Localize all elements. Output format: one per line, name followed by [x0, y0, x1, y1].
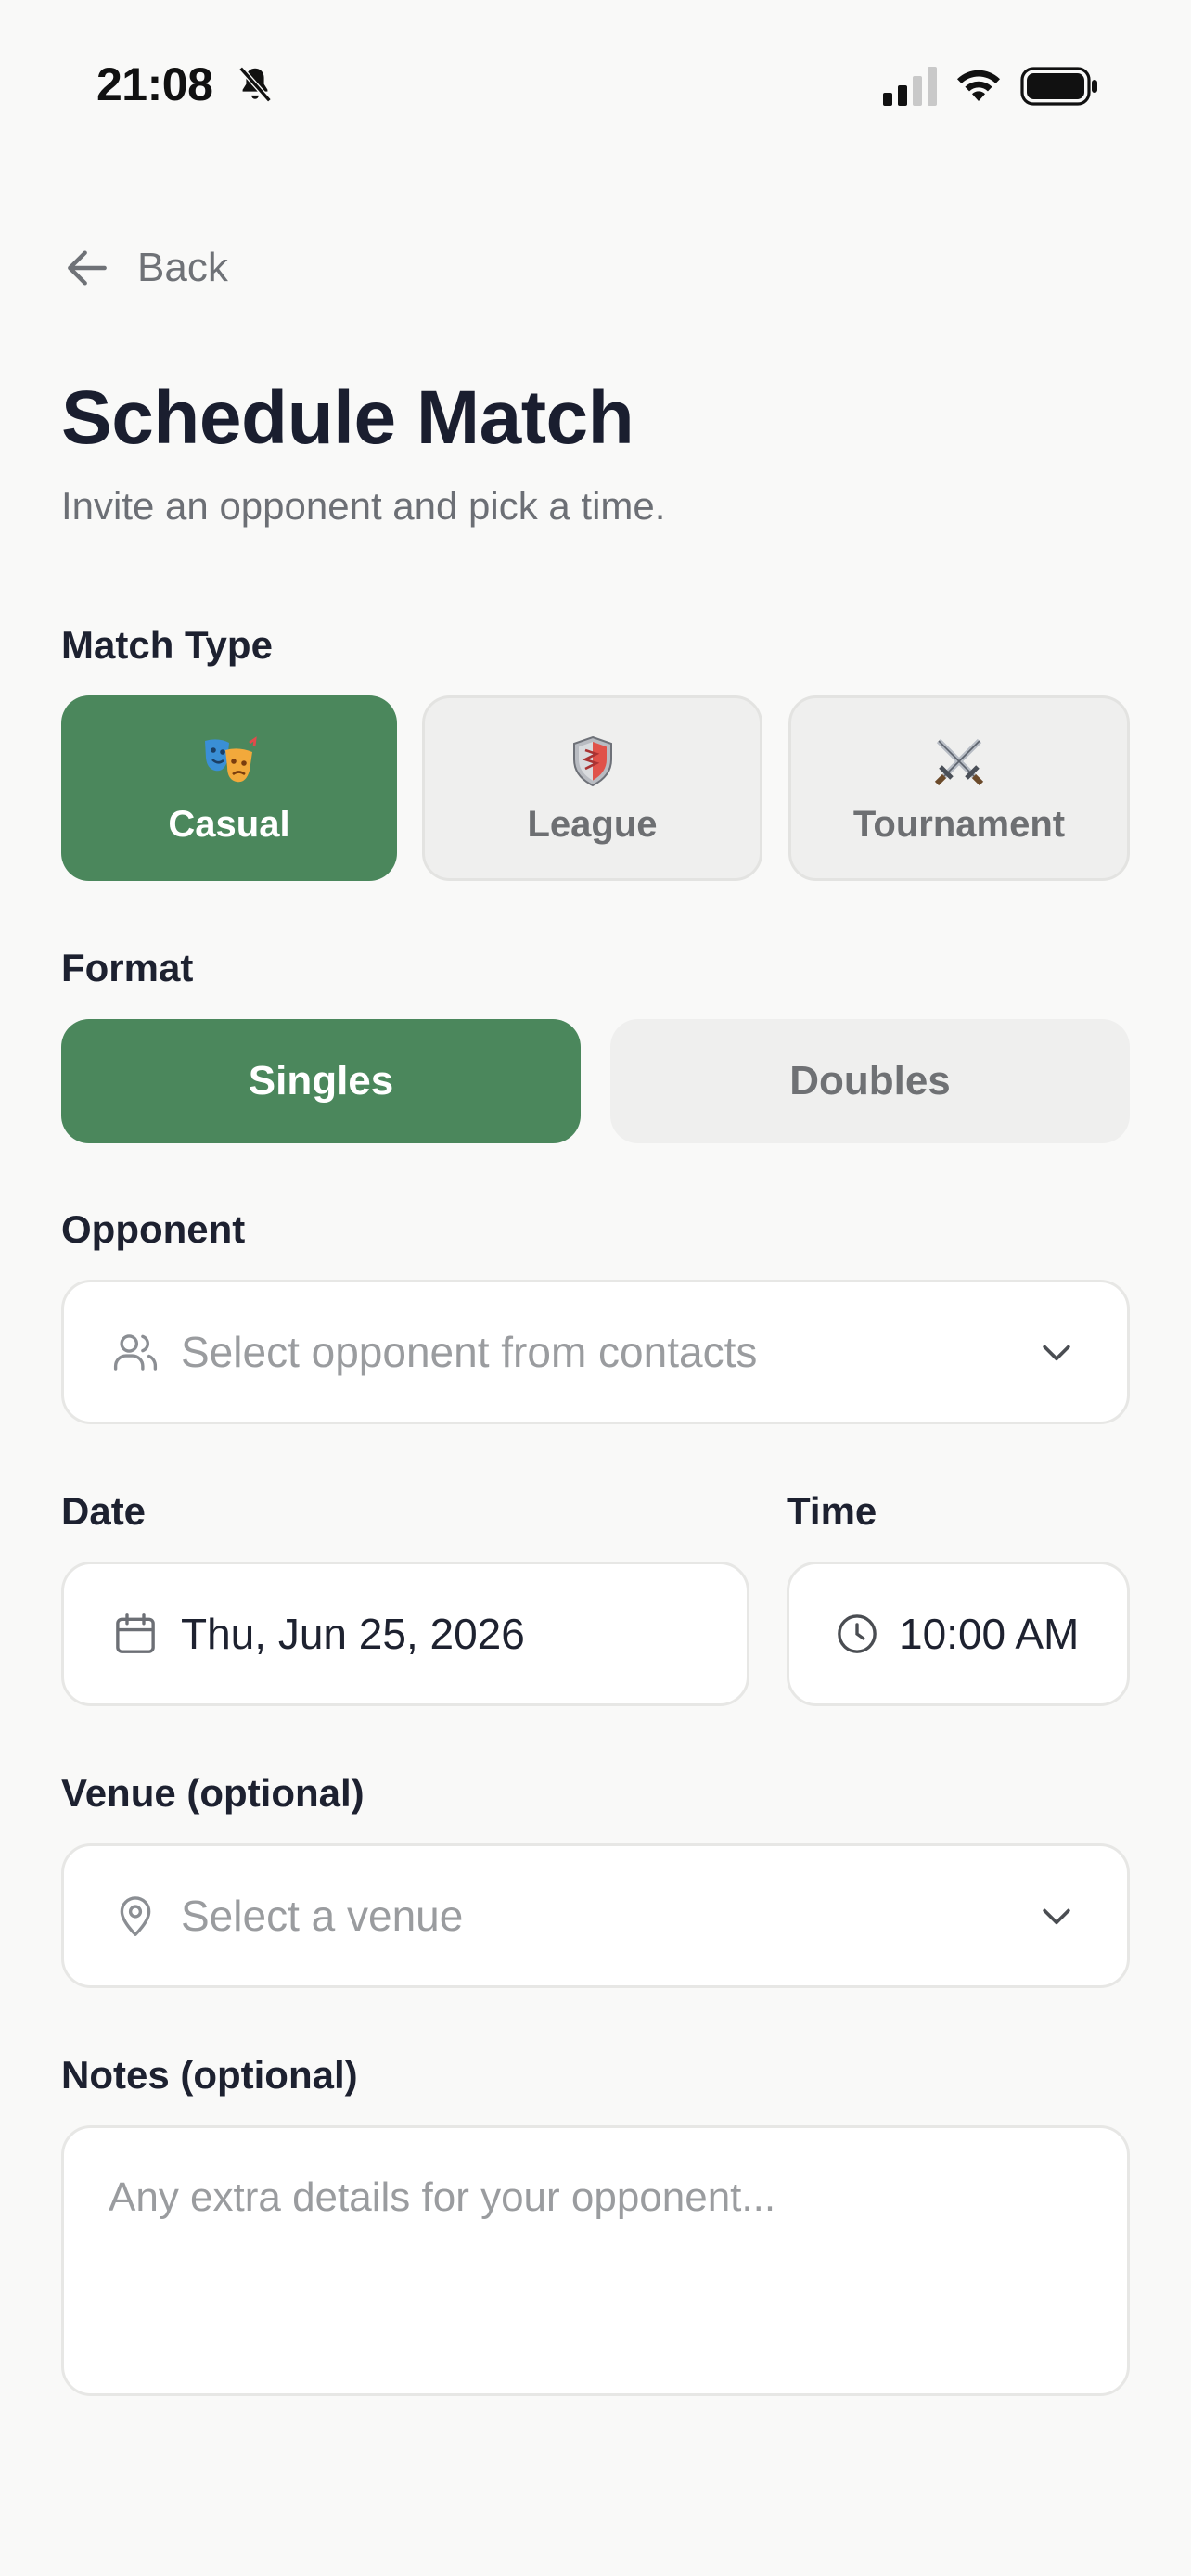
status-time: 21:08 — [96, 58, 213, 110]
back-label: Back — [137, 245, 228, 290]
match-type-league[interactable]: League — [422, 695, 762, 881]
chevron-down-icon — [1043, 1345, 1070, 1361]
opponent-label: Opponent — [61, 1207, 246, 1251]
opponent-placeholder: Select opponent from contacts — [181, 1328, 758, 1376]
shield-icon — [572, 735, 612, 786]
format-singles-button[interactable]: Singles — [61, 1019, 581, 1143]
battery-full-icon — [1020, 67, 1097, 106]
time-value: 10:00 AM — [899, 1610, 1080, 1658]
users-icon — [113, 1334, 158, 1371]
back-button[interactable]: Back — [61, 237, 228, 299]
format-label: Format — [61, 946, 194, 989]
match-type-league-label: League — [527, 803, 658, 845]
time-field[interactable]: 10:00 AM — [787, 1562, 1130, 1706]
status-bar: 21:08 — [0, 0, 1191, 176]
notes-label: Notes (optional) — [61, 2053, 358, 2097]
time-label: Time — [787, 1489, 877, 1533]
notes-placeholder: Any extra details for your opponent... — [109, 2174, 776, 2220]
theater-masks-icon — [205, 735, 257, 782]
calendar-icon — [116, 1613, 155, 1653]
opponent-select[interactable]: Select opponent from contacts — [61, 1280, 1130, 1424]
match-type-label: Match Type — [61, 623, 273, 667]
map-pin-icon — [120, 1896, 151, 1936]
match-type-casual-label: Casual — [168, 803, 290, 845]
venue-label: Venue (optional) — [61, 1771, 365, 1815]
date-field[interactable]: Thu, Jun 25, 2026 — [61, 1562, 749, 1706]
match-type-tournament[interactable]: Tournament — [788, 695, 1130, 881]
wifi-icon — [957, 70, 1000, 101]
arrow-left-icon — [68, 250, 107, 286]
venue-placeholder: Select a venue — [181, 1892, 464, 1940]
match-type-tournament-label: Tournament — [852, 803, 1066, 845]
page-title: Schedule Match — [61, 376, 634, 460]
page-subtitle: Invite an opponent and pick a time. — [61, 484, 666, 528]
clock-icon — [838, 1614, 877, 1653]
date-label: Date — [61, 1489, 147, 1533]
chevron-down-icon — [1043, 1908, 1070, 1925]
bell-slash-icon — [238, 66, 272, 103]
date-value: Thu, Jun 25, 2026 — [181, 1610, 525, 1658]
crossed-swords-icon — [934, 738, 984, 785]
notes-textarea[interactable]: Any extra details for your opponent... — [61, 2125, 1130, 2396]
cellular-signal-icon — [883, 67, 937, 106]
format-doubles-button[interactable]: Doubles — [610, 1019, 1130, 1143]
match-type-casual[interactable]: Casual — [61, 695, 397, 881]
venue-select[interactable]: Select a venue — [61, 1843, 1130, 1988]
